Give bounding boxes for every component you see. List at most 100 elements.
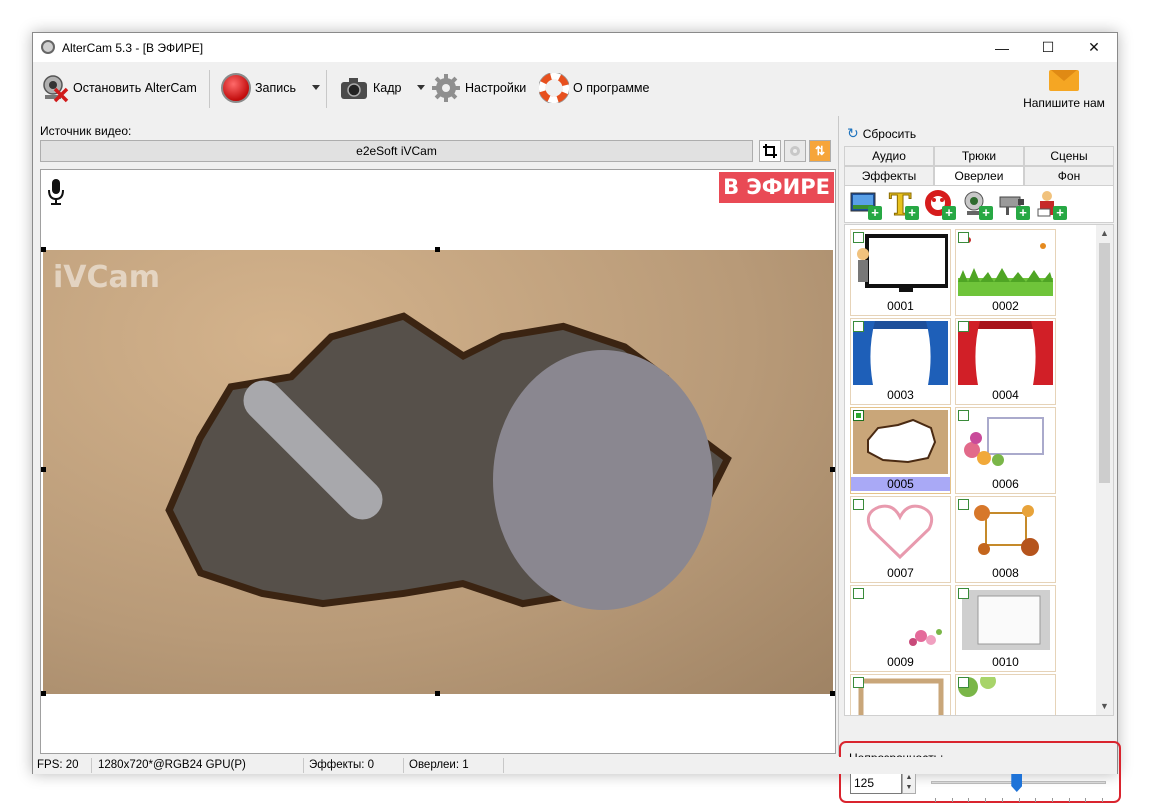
spin-up-arrow[interactable]: ▲ [903,773,915,783]
overlay-checkbox[interactable] [958,499,969,510]
overlay-checkbox[interactable] [853,588,864,599]
settings-label: Настройки [465,81,527,95]
scrollbar-thumb[interactable] [1099,243,1110,483]
overlay-thumbnail[interactable]: 0008 [955,496,1056,583]
resize-handle[interactable] [41,247,46,252]
opacity-slider-thumb[interactable] [1011,772,1023,792]
ivcam-watermark: iVCam [53,260,161,295]
minimize-button[interactable]: — [979,33,1025,62]
overlay-thumbnail[interactable] [955,674,1056,715]
overlay-checkbox[interactable] [958,677,969,688]
slider-tick [1001,798,1003,802]
crop-icon [763,144,777,158]
add-lifebuoy-overlay-icon[interactable]: + [924,189,956,220]
tab-scenes[interactable]: Сцены [1024,146,1114,166]
resize-handle[interactable] [41,467,46,472]
spin-down-arrow[interactable]: ▼ [903,783,915,793]
tab-background[interactable]: Фон [1024,166,1114,186]
tab-tricks[interactable]: Трюки [934,146,1024,166]
settings-button[interactable]: Настройки [431,72,526,104]
tab-effects[interactable]: Эффекты [844,166,934,186]
overlay-checkbox[interactable] [853,499,864,510]
overlay-label: 0001 [887,299,914,313]
scroll-down-arrow[interactable]: ▼ [1096,698,1113,715]
overlay-checkbox[interactable] [853,677,864,688]
opacity-input[interactable]: 125 [850,772,902,794]
write-us-button[interactable]: Напишите нам [1019,70,1109,110]
overlay-thumbnail-selected[interactable]: 0005 [850,407,951,494]
refresh-source-button[interactable]: ⇅ [809,140,831,162]
about-label: О программе [573,81,650,95]
toolbar-separator [209,70,210,108]
maximize-button[interactable]: ☐ [1025,33,1071,62]
opacity-spinner[interactable]: ▲ ▼ [902,772,916,794]
overlay-checkbox[interactable] [958,410,969,421]
overlay-thumbnail[interactable]: 0002 [955,229,1056,316]
overlay-thumbnail[interactable]: 0001 [850,229,951,316]
overlay-checkbox-checked[interactable] [853,410,864,421]
undo-arrow-icon: ↻ [847,125,859,141]
overlay-thumbnail[interactable] [850,674,951,715]
add-text-overlay-icon[interactable]: T + [887,188,919,224]
tab-audio[interactable]: Аудио [844,146,934,166]
frame-button[interactable]: Кадр [339,72,401,104]
video-preview[interactable]: В ЭФИРЕ iVCam [40,169,836,754]
overlay-checkbox[interactable] [958,588,969,599]
resize-handle[interactable] [830,467,835,472]
overlay-thumbnail[interactable]: 0006 [955,407,1056,494]
overlay-thumbnail[interactable]: 0003 [850,318,951,405]
video-source-select[interactable]: e2eSoft iVCam [40,140,753,162]
tab-overlays[interactable]: Оверлеи [934,166,1024,186]
gear-icon [431,73,461,103]
slider-tick [935,798,936,802]
video-frame[interactable]: iVCam [43,250,833,694]
title-bar: AlterCam 5.3 - [В ЭФИРЕ] — ☐ ✕ [33,33,1117,62]
microphone-icon[interactable] [47,178,65,206]
record-dropdown-arrow[interactable] [312,85,320,90]
overlay-checkbox[interactable] [958,232,969,243]
frame-label: Кадр [373,81,402,95]
overlay-thumbnail[interactable]: 0007 [850,496,951,583]
resize-handle[interactable] [435,691,440,696]
overlay-label: 0009 [887,655,914,669]
overlay-thumbnail[interactable]: 0009 [850,585,951,672]
add-camera-overlay-icon[interactable]: + [998,189,1030,220]
overlay-label: 0002 [992,299,1019,313]
overlay-checkbox[interactable] [958,321,969,332]
blue-curtains-overlay-image [853,321,948,385]
source-settings-button[interactable] [784,140,806,162]
scroll-up-arrow[interactable]: ▲ [1096,225,1113,242]
slider-tick [1068,798,1070,802]
overlay-tools-bar: + T + + + + + [844,185,1114,224]
add-image-overlay-icon[interactable]: + [850,189,882,220]
slider-tick [985,798,987,802]
resize-handle[interactable] [435,247,440,252]
heart-frame-overlay-image [866,504,934,560]
record-button[interactable]: Запись [221,72,296,104]
overlay-thumbnail[interactable]: 0004 [955,318,1056,405]
overlay-label: 0010 [992,655,1019,669]
about-button[interactable]: О программе [538,72,650,104]
overlay-checkbox[interactable] [853,232,864,243]
close-button[interactable]: ✕ [1071,33,1117,62]
wood-frame-overlay-image [858,678,944,715]
resize-handle[interactable] [41,691,46,696]
burnt-paper-overlay-image [853,410,948,474]
add-person-overlay-icon[interactable]: + [1035,189,1067,220]
overlay-label: 0004 [992,388,1019,402]
reset-button[interactable]: ↻ Сбросить [847,125,916,142]
thumbnail-scrollbar[interactable]: ▲ ▼ [1096,225,1113,715]
resize-handle[interactable] [830,691,835,696]
autumn-frame-overlay-image [974,505,1039,556]
crop-button[interactable] [759,140,781,162]
add-webcam-overlay-icon[interactable]: + [961,189,993,220]
status-bar: FPS: 20 1280x720*@RGB24 GPU(P) Эффекты: … [33,757,1117,774]
overlay-checkbox[interactable] [853,321,864,332]
right-panel: ↻ Сбросить Аудио Трюки Сцены Эффекты Ове… [838,116,1121,803]
overlay-label: 0003 [887,388,914,402]
frame-dropdown-arrow[interactable] [417,85,425,90]
stop-altercam-button[interactable]: Остановить AlterCam [39,72,197,104]
status-separator [403,758,404,773]
overlay-thumbnail[interactable]: 0010 [955,585,1056,672]
slider-tick [1085,798,1087,802]
